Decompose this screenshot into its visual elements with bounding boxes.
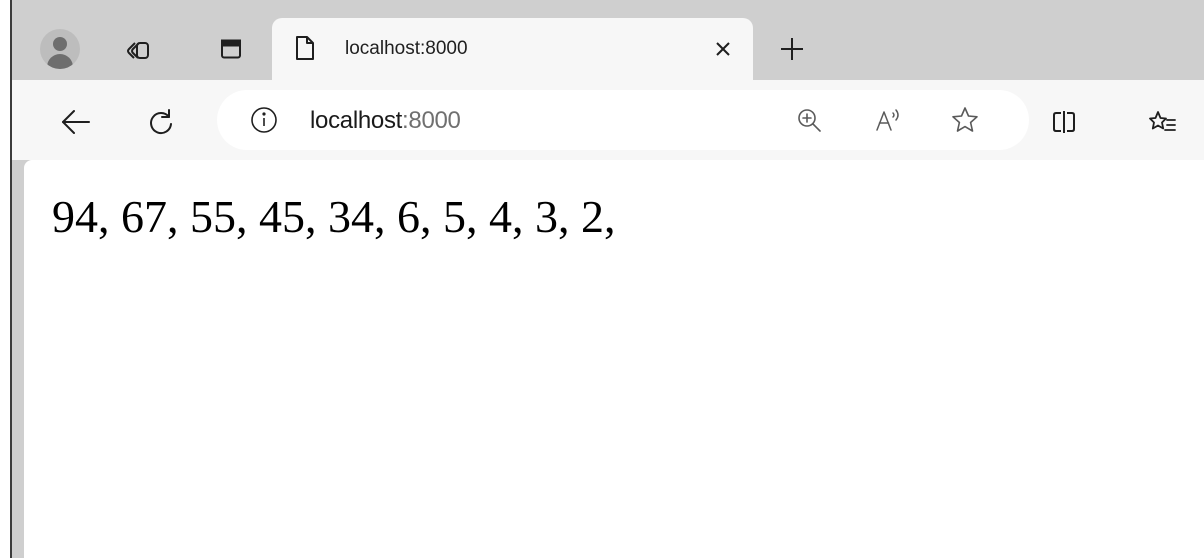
tab-actions-icon [220, 38, 242, 60]
tab-close-button[interactable] [706, 32, 740, 66]
workspaces-button[interactable] [116, 27, 160, 71]
info-icon [250, 106, 278, 134]
read-aloud-button[interactable] [870, 102, 906, 138]
favorites-button[interactable] [1140, 100, 1184, 144]
workspaces-icon [125, 36, 151, 62]
split-screen-button[interactable] [1042, 100, 1086, 144]
tab-strip: localhost:8000 [12, 0, 1204, 80]
site-info-button[interactable] [249, 105, 279, 135]
tab-actions-button[interactable] [209, 27, 253, 71]
zoom-button[interactable] [791, 102, 827, 138]
url-host: localhost [310, 107, 403, 134]
split-screen-icon [1051, 110, 1077, 134]
page-content: 94, 67, 55, 45, 34, 6, 5, 4, 3, 2, [24, 160, 1204, 558]
address-bar[interactable]: localhost:8000 [217, 90, 1029, 150]
page-text: 94, 67, 55, 45, 34, 6, 5, 4, 3, 2, [52, 191, 616, 242]
read-aloud-icon [874, 107, 902, 133]
refresh-button[interactable] [139, 100, 183, 144]
navigation-toolbar: localhost:8000 [12, 80, 1204, 160]
browser-window: localhost:8000 localhost:8000 94, 67, 55… [12, 0, 1204, 558]
tab-title: localhost:8000 [345, 38, 468, 59]
url-text[interactable]: localhost:8000 [310, 107, 461, 135]
avatar-icon [40, 29, 80, 69]
new-tab-button[interactable] [772, 27, 812, 71]
zoom-in-icon [796, 107, 822, 133]
profile-button[interactable] [38, 27, 82, 71]
page-icon [294, 35, 316, 61]
close-icon [715, 41, 731, 57]
add-favorite-button[interactable] [947, 102, 983, 138]
tab-localhost[interactable]: localhost:8000 [272, 18, 753, 80]
url-port: :8000 [402, 107, 461, 134]
refresh-icon [147, 108, 175, 136]
plus-icon [780, 37, 804, 61]
back-arrow-icon [61, 109, 91, 135]
star-icon [950, 105, 980, 135]
favorites-icon [1147, 108, 1177, 136]
back-button[interactable] [54, 100, 98, 144]
